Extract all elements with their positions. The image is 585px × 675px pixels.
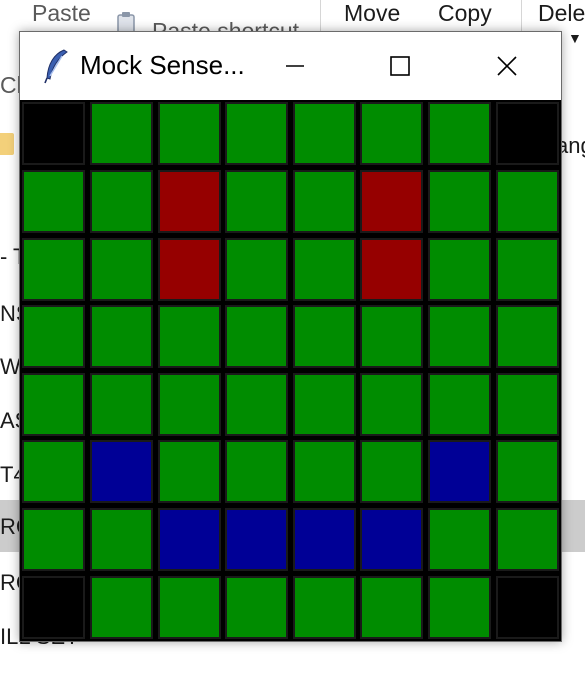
minimize-icon xyxy=(286,65,304,67)
close-icon xyxy=(497,56,517,76)
led-pixel xyxy=(157,440,221,504)
led-pixel xyxy=(495,102,559,166)
led-pixel xyxy=(360,440,424,504)
led-pixel xyxy=(157,102,221,166)
move-to-button[interactable]: Move xyxy=(344,0,400,27)
led-pixel xyxy=(428,305,492,369)
led-pixel xyxy=(292,372,356,436)
led-pixel xyxy=(89,508,153,572)
window-title: Mock Sense... xyxy=(80,50,245,80)
minimize-button[interactable] xyxy=(265,32,325,100)
delete-button[interactable]: Dele xyxy=(538,0,585,27)
led-pixel xyxy=(360,169,424,233)
led-pixel xyxy=(428,169,492,233)
led-pixel xyxy=(89,372,153,436)
led-pixel xyxy=(89,305,153,369)
led-pixel xyxy=(157,305,221,369)
led-pixel xyxy=(292,440,356,504)
chevron-down-icon[interactable]: ▼ xyxy=(568,30,582,46)
led-pixel xyxy=(22,440,86,504)
paste-button[interactable]: Paste xyxy=(32,0,91,27)
led-pixel xyxy=(292,575,356,639)
led-pixel xyxy=(157,508,221,572)
led-pixel xyxy=(495,440,559,504)
led-pixel xyxy=(360,305,424,369)
led-pixel xyxy=(157,237,221,301)
led-pixel xyxy=(22,169,86,233)
led-pixel xyxy=(225,102,289,166)
led-pixel xyxy=(292,237,356,301)
led-pixel xyxy=(428,440,492,504)
led-pixel xyxy=(225,372,289,436)
title-bar[interactable]: Mock Sense... xyxy=(20,32,561,100)
folder-icon xyxy=(0,133,14,155)
led-pixel xyxy=(428,508,492,572)
led-pixel xyxy=(22,305,86,369)
led-pixel xyxy=(360,237,424,301)
led-pixel xyxy=(225,440,289,504)
led-pixel xyxy=(22,575,86,639)
led-pixel xyxy=(495,372,559,436)
led-pixel xyxy=(89,575,153,639)
list-item-label: W xyxy=(0,354,21,379)
led-pixel xyxy=(360,575,424,639)
led-pixel xyxy=(495,169,559,233)
mock-sensehat-window: Mock Sense... xyxy=(19,31,562,642)
led-pixel xyxy=(360,102,424,166)
led-pixel xyxy=(225,305,289,369)
led-pixel xyxy=(292,508,356,572)
copy-to-button[interactable]: Copy xyxy=(438,0,492,27)
led-pixel xyxy=(292,305,356,369)
led-pixel xyxy=(225,575,289,639)
maximize-icon xyxy=(390,56,410,76)
led-pixel xyxy=(495,575,559,639)
led-pixel xyxy=(495,237,559,301)
led-pixel xyxy=(157,372,221,436)
led-pixel xyxy=(360,372,424,436)
led-pixel xyxy=(428,575,492,639)
tk-feather-icon xyxy=(44,49,68,84)
led-pixel xyxy=(428,237,492,301)
led-pixel xyxy=(22,372,86,436)
led-pixel xyxy=(157,575,221,639)
led-pixel xyxy=(495,508,559,572)
led-pixel xyxy=(292,102,356,166)
maximize-button[interactable] xyxy=(370,32,430,100)
led-pixel xyxy=(225,508,289,572)
led-pixel xyxy=(89,102,153,166)
led-pixel xyxy=(225,169,289,233)
led-pixel xyxy=(428,102,492,166)
led-pixel xyxy=(495,305,559,369)
led-pixel xyxy=(22,237,86,301)
led-pixel xyxy=(360,508,424,572)
led-pixel xyxy=(22,508,86,572)
led-pixel xyxy=(89,237,153,301)
led-pixel xyxy=(292,169,356,233)
led-matrix xyxy=(20,100,561,641)
led-pixel xyxy=(225,237,289,301)
led-pixel xyxy=(89,440,153,504)
close-button[interactable] xyxy=(477,32,537,100)
led-pixel xyxy=(89,169,153,233)
led-pixel xyxy=(157,169,221,233)
led-pixel xyxy=(22,102,86,166)
led-pixel xyxy=(428,372,492,436)
